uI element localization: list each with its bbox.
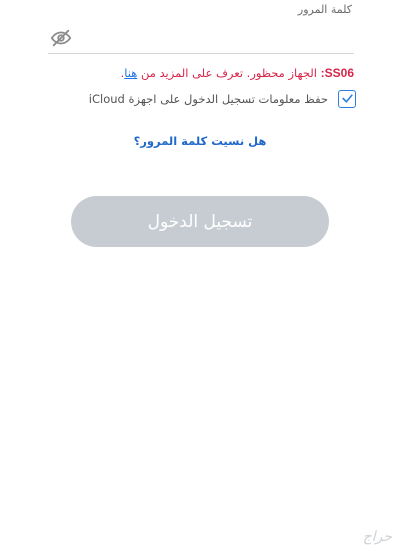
remember-me-row: حفظ معلومات تسجيل الدخول على اجهزة iClou…	[89, 90, 356, 108]
error-text: الجهاز محظور. تعرف على المزيد من	[140, 66, 317, 80]
password-label: كلمة المرور	[297, 3, 352, 16]
remember-me-label: حفظ معلومات تسجيل الدخول على اجهزة iClou…	[88, 92, 328, 106]
login-button[interactable]: تسجيل الدخول	[71, 196, 329, 247]
watermark-logo: حراج	[362, 529, 392, 545]
error-code: SS06:	[320, 66, 354, 80]
learn-more-link[interactable]: هنا	[124, 66, 137, 80]
password-input[interactable]	[48, 22, 354, 54]
remember-me-checkbox[interactable]	[338, 90, 356, 108]
eye-slash-icon[interactable]	[50, 27, 72, 49]
forgot-password-link[interactable]: هل نسيت كلمة المرور؟	[0, 134, 400, 148]
error-message: SS06: الجهاز محظور. تعرف على المزيد من ه…	[121, 66, 354, 80]
checkmark-icon	[341, 90, 354, 109]
